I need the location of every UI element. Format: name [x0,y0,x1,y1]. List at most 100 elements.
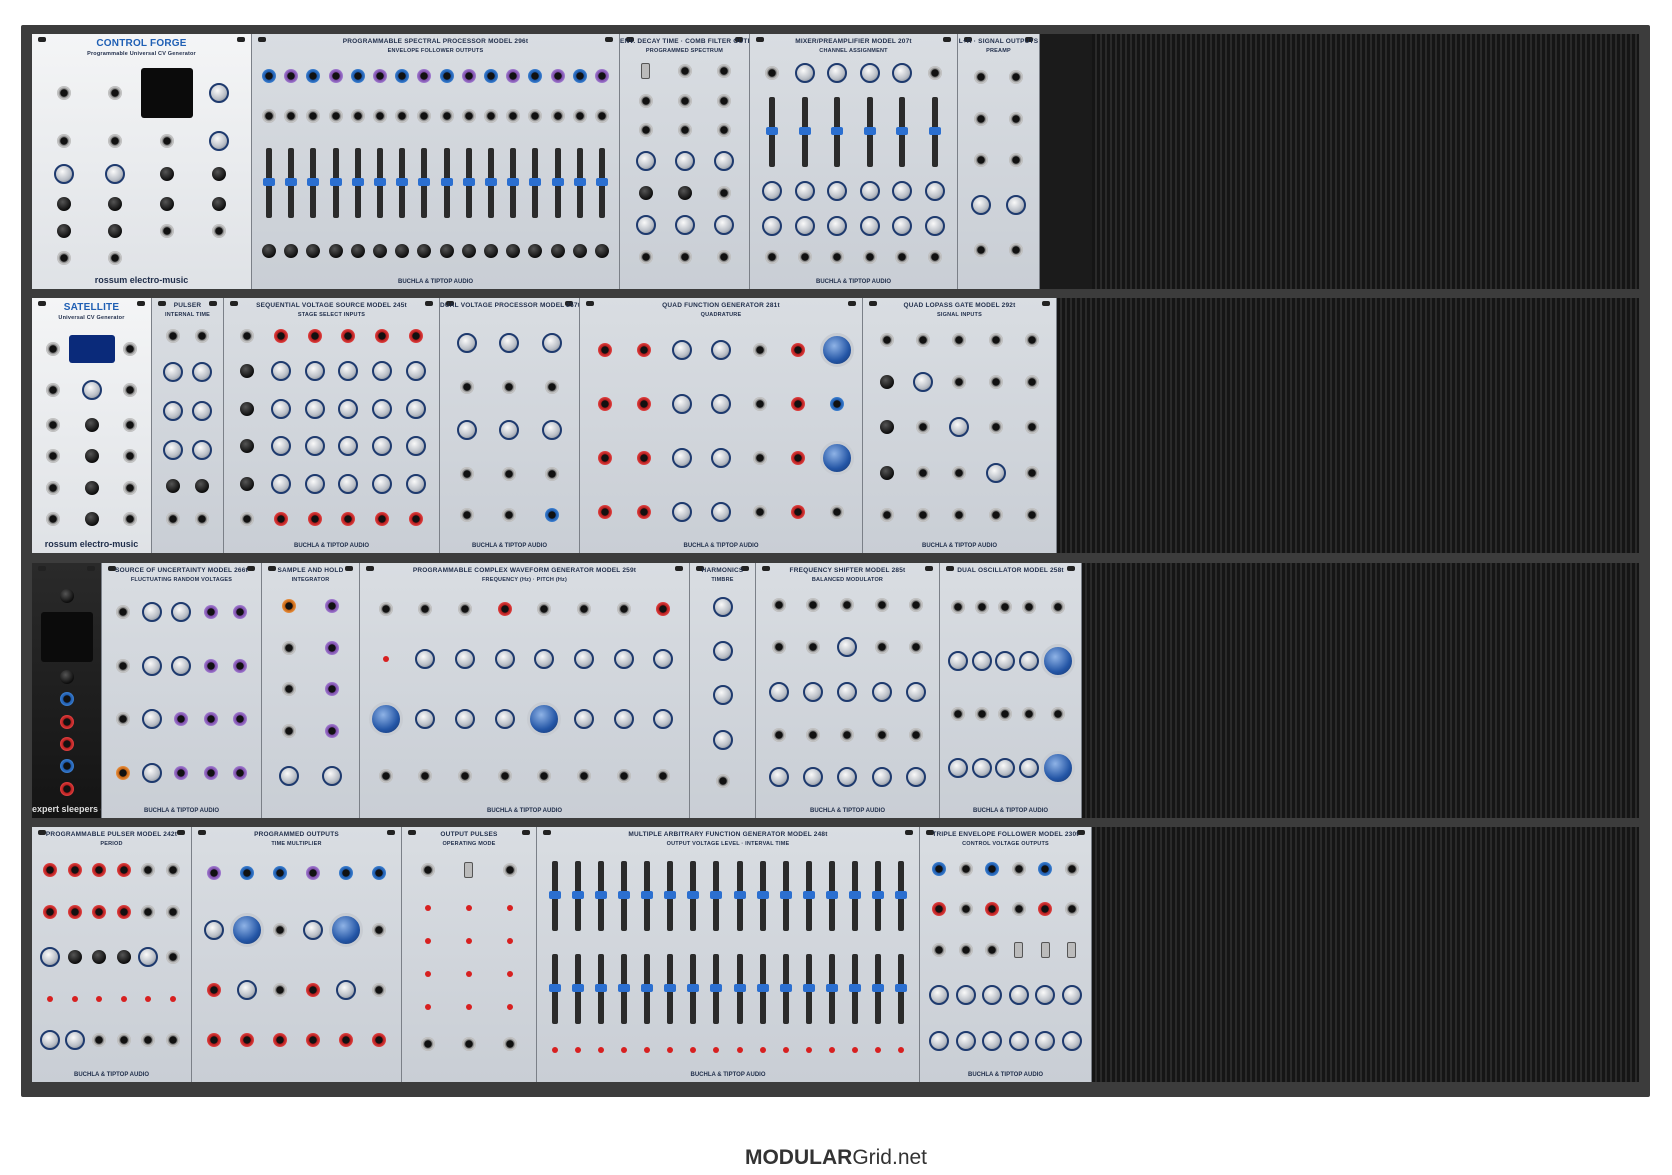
patch-jack[interactable] [998,707,1013,722]
patch-jack[interactable] [282,682,297,697]
patch-jack-purple[interactable] [203,712,218,727]
knob[interactable] [142,601,163,622]
knob[interactable] [762,215,783,236]
knob[interactable] [270,360,291,381]
patch-jack[interactable] [282,640,297,655]
patch-jack[interactable] [1051,599,1065,614]
knob[interactable] [672,340,693,361]
knob[interactable] [672,447,693,468]
patch-jack-red[interactable] [409,328,424,343]
patch-jack[interactable] [46,480,61,495]
knob[interactable] [192,362,213,383]
patch-jack[interactable] [908,597,923,612]
module-r2-3[interactable]: SEQUENTIAL VOLTAGE SOURCE MODEL 245t STAG… [224,298,440,553]
patch-jack[interactable] [765,66,780,81]
patch-jack[interactable] [950,599,965,614]
knob-big[interactable] [1041,643,1075,678]
patch-jack-purple[interactable] [324,724,339,739]
patch-jack[interactable] [806,640,821,655]
patch-jack[interactable] [572,108,587,123]
module-r4-5[interactable]: TRIPLE ENVELOPE FOLLOWER MODEL 230t CONTR… [920,827,1092,1082]
push-button[interactable] [528,244,543,259]
push-button[interactable] [239,401,254,416]
knob[interactable] [710,340,731,361]
patch-jack[interactable] [932,943,947,958]
knob[interactable] [1019,650,1040,671]
patch-jack[interactable] [165,950,180,965]
patch-jack[interactable] [840,727,855,742]
knob[interactable] [803,767,824,788]
patch-jack[interactable] [461,1036,476,1051]
knob[interactable] [142,763,163,784]
patch-jack[interactable] [373,108,388,123]
patch-jack[interactable] [160,134,175,149]
patch-jack[interactable] [165,1032,180,1047]
knob[interactable] [162,401,183,422]
module-r1-2[interactable]: PROGRAMMABLE SPECTRAL PROCESSOR MODEL 29… [252,34,620,289]
patch-jack[interactable] [1064,862,1079,877]
fader[interactable] [507,148,520,219]
knob[interactable] [171,655,192,676]
patch-jack[interactable] [1008,111,1023,126]
patch-jack[interactable] [927,66,942,81]
knob[interactable] [859,181,880,202]
knob[interactable] [304,360,325,381]
fader[interactable] [263,148,276,219]
knob[interactable] [710,447,731,468]
patch-jack[interactable] [1064,902,1079,917]
fader[interactable] [529,148,542,219]
patch-jack[interactable] [460,507,475,522]
knob[interactable] [81,380,102,401]
knob[interactable] [237,980,258,1001]
patch-jack-blue[interactable] [439,68,454,83]
patch-jack-blue[interactable] [985,862,1000,877]
patch-jack[interactable] [116,1032,131,1047]
fader[interactable] [863,97,876,168]
fader[interactable] [548,860,561,931]
knob[interactable] [1061,984,1082,1005]
push-button[interactable] [306,244,321,259]
push-button[interactable] [880,375,895,390]
patch-jack[interactable] [1008,243,1023,258]
patch-jack-red[interactable] [273,328,288,343]
knob[interactable] [672,501,693,522]
patch-jack-purple[interactable] [550,68,565,83]
patch-jack-red[interactable] [116,905,131,920]
patch-jack[interactable] [916,420,931,435]
push-button[interactable] [84,449,99,464]
patch-jack-purple[interactable] [203,658,218,673]
patch-jack[interactable] [638,122,653,137]
patch-jack-purple[interactable] [203,604,218,619]
fader[interactable] [826,953,839,1024]
patch-jack-red[interactable] [791,450,806,465]
knob[interactable] [494,648,515,669]
knob[interactable] [499,420,520,441]
fader[interactable] [831,97,844,168]
fader[interactable] [872,953,885,1024]
patch-jack-red[interactable] [791,397,806,412]
knob-big[interactable] [328,912,363,947]
patch-jack-purple[interactable] [328,68,343,83]
knob[interactable] [712,729,733,750]
fader[interactable] [826,860,839,931]
knob[interactable] [270,436,291,457]
knob[interactable] [338,474,359,495]
patch-jack-blue[interactable] [1038,862,1053,877]
fader[interactable] [484,148,497,219]
patch-jack[interactable] [56,86,71,101]
knob[interactable] [871,682,892,703]
fader[interactable] [418,148,431,219]
patch-jack[interactable] [916,508,931,523]
patch-jack-red[interactable] [43,905,58,920]
patch-jack-blue[interactable] [262,68,277,83]
push-button[interactable] [638,186,653,201]
knob[interactable] [653,648,674,669]
fader[interactable] [571,953,584,1024]
fader[interactable] [664,860,677,931]
patch-jack[interactable] [916,332,931,347]
patch-jack-blue[interactable] [338,865,353,880]
patch-jack[interactable] [497,769,512,784]
patch-jack[interactable] [840,597,855,612]
patch-jack-red[interactable] [59,714,74,729]
patch-jack[interactable] [988,508,1003,523]
